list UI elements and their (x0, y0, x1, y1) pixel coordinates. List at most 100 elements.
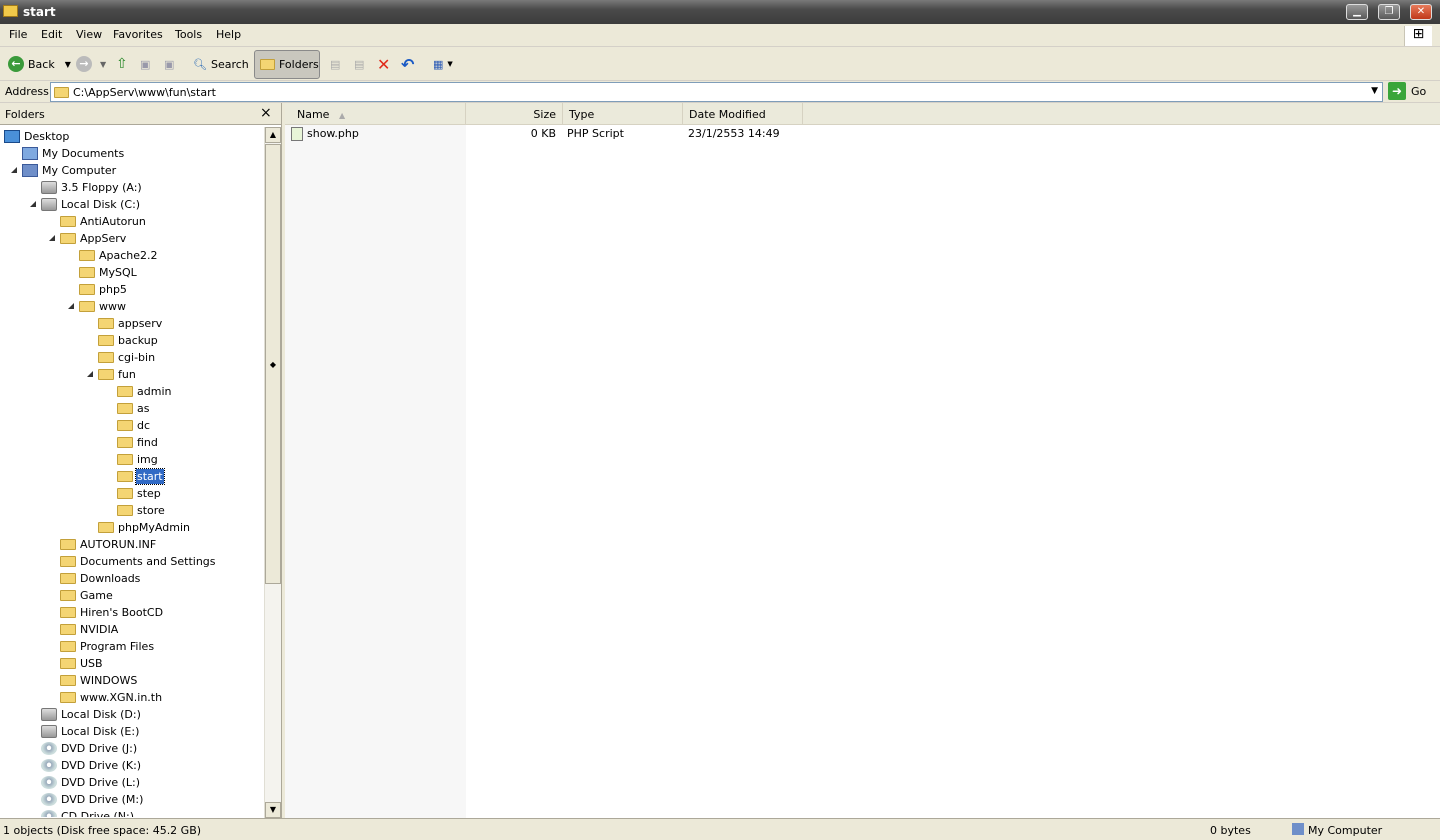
expand-icon[interactable] (67, 284, 73, 294)
close-folders-pane-button[interactable]: × (260, 105, 272, 121)
tree-item[interactable]: www.XGN.in.th (0, 689, 264, 706)
tree-item[interactable]: Program Files (0, 638, 264, 655)
chevron-down-icon[interactable]: ▼ (65, 60, 71, 69)
expand-icon[interactable] (67, 267, 73, 277)
close-button[interactable]: ✕ (1410, 4, 1432, 20)
tree-item[interactable]: Local Disk (D:) (0, 706, 264, 723)
expand-icon[interactable] (67, 250, 73, 260)
menu-file[interactable]: File (9, 28, 27, 41)
tree-item[interactable]: Local Disk (C:) (0, 196, 264, 213)
undo-button[interactable]: ↶ (401, 53, 414, 75)
tree-item[interactable]: dc (0, 417, 264, 434)
menu-tools[interactable]: Tools (175, 28, 202, 41)
tree-item[interactable]: phpMyAdmin (0, 519, 264, 536)
collapse-icon[interactable] (30, 201, 36, 207)
expand-icon[interactable] (105, 454, 111, 464)
expand-icon[interactable] (48, 675, 54, 685)
tree-item[interactable]: img (0, 451, 264, 468)
column-size[interactable]: Size (466, 103, 563, 125)
tree-item[interactable]: My Documents (0, 145, 264, 162)
chevron-down-icon[interactable]: ▼ (100, 60, 106, 69)
tree-item[interactable]: Game (0, 587, 264, 604)
tree-item[interactable]: Desktop (0, 128, 264, 145)
copy-button[interactable]: ▤ (354, 53, 364, 75)
tree-item[interactable]: find (0, 434, 264, 451)
tree-item[interactable]: WINDOWS (0, 672, 264, 689)
tree-item[interactable]: DVD Drive (J:) (0, 740, 264, 757)
tree-item[interactable]: fun (0, 366, 264, 383)
delete-button[interactable]: ✕ (377, 53, 390, 75)
expand-icon[interactable] (86, 522, 92, 532)
tree-item[interactable]: AUTORUN.INF (0, 536, 264, 553)
tree-item[interactable]: 3.5 Floppy (A:) (0, 179, 264, 196)
tree-item[interactable]: as (0, 400, 264, 417)
tree-item[interactable]: php5 (0, 281, 264, 298)
move-button[interactable]: ▤ (330, 53, 340, 75)
go-button[interactable]: ➜ Go (1388, 82, 1426, 100)
up-folder-button[interactable]: ⇧ (116, 53, 128, 75)
file-row[interactable]: show.php 0 KB PHP Script 23/1/2553 14:49 (285, 126, 885, 143)
forward-button[interactable]: → ▼ (76, 53, 106, 75)
expand-icon[interactable] (29, 777, 35, 787)
copy-to-button[interactable]: ▣ (164, 53, 174, 75)
tree-item[interactable]: step (0, 485, 264, 502)
tree-item[interactable]: AppServ (0, 230, 264, 247)
collapse-icon[interactable] (49, 235, 55, 241)
column-type[interactable]: Type (563, 103, 683, 125)
folders-button[interactable]: Folders (254, 50, 320, 79)
tree-item[interactable]: store (0, 502, 264, 519)
back-button[interactable]: ← Back ▼ (8, 53, 71, 75)
expand-icon[interactable] (48, 590, 54, 600)
move-to-button[interactable]: ▣ (140, 53, 150, 75)
scroll-up-button[interactable]: ▲ (265, 127, 281, 143)
menu-help[interactable]: Help (216, 28, 241, 41)
expand-icon[interactable] (48, 641, 54, 651)
collapse-icon[interactable] (11, 167, 17, 173)
tree-item[interactable]: Hiren's BootCD (0, 604, 264, 621)
tree-item[interactable]: Apache2.2 (0, 247, 264, 264)
tree-item[interactable]: My Computer (0, 162, 264, 179)
scroll-thumb[interactable]: ◆ (265, 144, 281, 584)
expand-icon[interactable] (29, 794, 35, 804)
column-name[interactable]: Name ▲ (285, 103, 466, 125)
tree-item[interactable]: Downloads (0, 570, 264, 587)
expand-icon[interactable] (48, 573, 54, 583)
expand-icon[interactable] (10, 148, 16, 158)
expand-icon[interactable] (48, 539, 54, 549)
menu-edit[interactable]: Edit (41, 28, 62, 41)
expand-icon[interactable] (29, 760, 35, 770)
tree-item[interactable]: admin (0, 383, 264, 400)
tree-item[interactable]: USB (0, 655, 264, 672)
tree-item[interactable]: AntiAutorun (0, 213, 264, 230)
expand-icon[interactable] (48, 624, 54, 634)
address-input[interactable]: C:\AppServ\www\fun\start ▼ (50, 82, 1383, 102)
tree-item[interactable]: DVD Drive (L:) (0, 774, 264, 791)
minimize-button[interactable]: ▁ (1346, 4, 1368, 20)
tree-scrollbar[interactable]: ▲ ◆ ▼ (264, 127, 281, 818)
tree-item[interactable]: Documents and Settings (0, 553, 264, 570)
search-button[interactable]: 🔍︎ Search (193, 53, 249, 75)
scroll-down-button[interactable]: ▼ (265, 802, 281, 818)
tree-item[interactable]: start (0, 468, 264, 485)
collapse-icon[interactable] (87, 371, 93, 377)
tree-item[interactable]: backup (0, 332, 264, 349)
tree-item[interactable]: CD Drive (N:) (0, 808, 264, 817)
menu-favorites[interactable]: Favorites (113, 28, 163, 41)
expand-icon[interactable] (48, 607, 54, 617)
tree-item[interactable]: Local Disk (E:) (0, 723, 264, 740)
chevron-down-icon[interactable]: ▼ (1371, 86, 1378, 96)
expand-icon[interactable] (48, 692, 54, 702)
expand-icon[interactable] (29, 743, 35, 753)
menu-view[interactable]: View (76, 28, 102, 41)
tree-item[interactable]: www (0, 298, 264, 315)
expand-icon[interactable] (29, 182, 35, 192)
collapse-icon[interactable] (68, 303, 74, 309)
views-button[interactable]: ▦ ▼ (433, 53, 453, 75)
expand-icon[interactable] (29, 811, 35, 817)
tree-item[interactable]: NVIDIA (0, 621, 264, 638)
tree-item[interactable]: appserv (0, 315, 264, 332)
column-date[interactable]: Date Modified (683, 103, 803, 125)
tree-item[interactable]: cgi-bin (0, 349, 264, 366)
tree-item[interactable]: DVD Drive (K:) (0, 757, 264, 774)
restore-button[interactable]: ❐ (1378, 4, 1400, 20)
